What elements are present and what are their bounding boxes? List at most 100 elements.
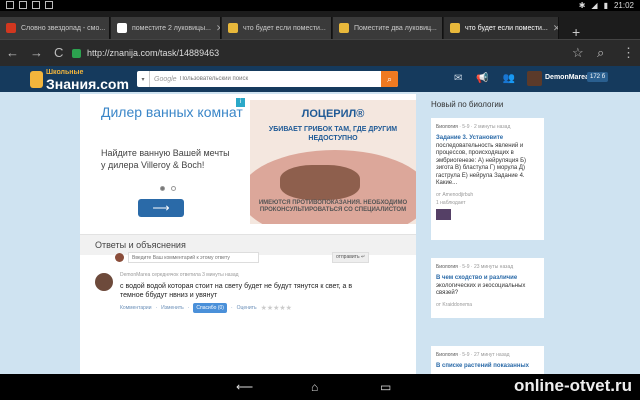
avatar[interactable] — [527, 71, 542, 86]
favicon-icon — [6, 23, 16, 33]
header-icons: ✉ 📢 👥 — [454, 73, 515, 84]
card-author[interactable]: от Kraiddonema — [436, 302, 539, 308]
menu-icon[interactable]: ⋮ — [622, 45, 635, 60]
card-meta: Биология · 5-9 · 23 минуты назад — [436, 264, 514, 270]
search-scope-select[interactable]: ▾ — [137, 71, 150, 87]
bluetooth-icon: ✱ — [578, 1, 586, 10]
card-meta: Биология · 5-9 · 27 минут назад — [436, 352, 510, 358]
main-content: i Дилер ванных комнат Найдите ванную Ваш… — [80, 94, 416, 400]
tab-label: что будет если помести... — [465, 24, 548, 32]
announcements-icon[interactable]: 📢 — [476, 73, 488, 84]
nail-image — [280, 165, 360, 200]
carousel-dot[interactable] — [171, 186, 176, 191]
card-text: экологических и экосоциальных связей? — [436, 282, 526, 297]
favicon-icon — [450, 23, 460, 33]
tab-label: что будет если помести... — [243, 24, 326, 32]
nav-back-button[interactable]: ⟵ — [236, 380, 253, 394]
messages-icon[interactable]: ✉ — [454, 73, 462, 84]
tab-label: Словно звездопад - смо... — [21, 24, 106, 32]
browser-tab[interactable]: что будет если помести... ✕ — [222, 17, 332, 39]
avatar — [115, 253, 124, 262]
site-logo[interactable]: Школьные Знания.com — [30, 69, 129, 91]
ad-banner-left[interactable]: i Дилер ванных комнат Найдите ванную Ваш… — [80, 96, 246, 226]
bookmark-star-icon[interactable]: ☆ — [572, 45, 584, 60]
address-bar[interactable]: http://znanija.com/task/14889463 — [72, 45, 542, 61]
question-card[interactable]: Биология · 5-9 · 2 минуты назад Задание … — [431, 118, 544, 240]
browser-tab[interactable]: Словно звездопад - смо... ✕ — [0, 17, 110, 39]
card-answered: 1 наблюдает — [436, 199, 466, 206]
close-icon[interactable]: ✕ — [442, 23, 443, 34]
wifi-icon: ◢ — [591, 1, 598, 10]
question-card[interactable]: Биология · 5-9 · 23 минуты назад В чем с… — [431, 258, 544, 318]
ad-tagline: УБИВАЕТ ГРИБОК ТАМ, ГДЕ ДРУГИМ НЕДОСТУПН… — [268, 126, 398, 142]
comments-link[interactable]: Комментарии — [120, 305, 152, 311]
send-comment-button[interactable]: отправить ↵ — [332, 252, 370, 263]
tab-strip: Словно звездопад - смо... ✕ поместите 2 … — [0, 11, 640, 39]
sidebar-title: Новый по биологии — [431, 100, 504, 109]
close-icon[interactable]: ✕ — [331, 23, 332, 34]
friends-icon[interactable]: 👥 — [503, 73, 515, 84]
ad-body: Найдите ванную Вашей мечты у дилера Vill… — [101, 148, 230, 170]
nav-recents-button[interactable]: ▭ — [380, 380, 391, 394]
site-header: Школьные Знания.com ▾ Google ⌕ ✉ 📢 👥 Dem… — [0, 66, 640, 92]
card-link[interactable]: В списке растений показанных — [436, 363, 529, 369]
status-time: 21:02 — [613, 1, 634, 10]
card-meta: Биология · 5-9 · 2 минуты назад — [436, 124, 511, 130]
search-box: ▾ Google ⌕ — [137, 71, 398, 87]
url-text: http://znanija.com/task/14889463 — [87, 48, 220, 58]
card-link[interactable]: Задание 3. Установите — [436, 135, 503, 141]
card-subject: Биология — [436, 124, 458, 130]
favicon-icon — [228, 23, 238, 33]
ad-headline: Дилер ванных комнат — [101, 104, 243, 120]
new-tab-button[interactable]: + — [572, 25, 580, 39]
ad-banner-right[interactable]: ЛОЦЕРИЛ® УБИВАЕТ ГРИБОК ТАМ, ГДЕ ДРУГИМ … — [250, 100, 416, 224]
carousel-dot[interactable] — [160, 186, 165, 191]
mail-icon — [32, 1, 40, 9]
browser-tab-active[interactable]: что будет если помести... ✕ — [444, 17, 559, 39]
logo-title: Знания.com — [46, 76, 129, 92]
browser-tab[interactable]: Поместите два луковиц... ✕ — [333, 17, 443, 39]
card-time: 27 минут назад — [473, 352, 510, 358]
rating-stars[interactable]: ★★★★★ — [261, 304, 292, 312]
ad-warning: ИМЕЮТСЯ ПРОТИВОПОКАЗАНИЯ. НЕОБХОДИМО ПРО… — [258, 200, 408, 213]
card-link[interactable]: В чем сходство и различие — [436, 275, 517, 281]
search-icon: ⌕ — [386, 73, 393, 84]
card-grade: 5-9 — [462, 124, 470, 130]
card-question: В чем сходство и различие экологических … — [436, 275, 539, 298]
card-time: 2 минуты назад — [473, 124, 511, 130]
avatar[interactable] — [95, 273, 113, 291]
tab-label: поместите 2 луковицы... — [132, 24, 211, 32]
card-text: последовательность явлений и процессов, … — [436, 142, 527, 187]
forward-button[interactable]: → — [30, 45, 43, 60]
reload-button[interactable]: C — [54, 45, 63, 60]
tab-label: Поместите два луковиц... — [354, 24, 437, 32]
nav-home-button[interactable]: ⌂ — [311, 380, 318, 394]
back-button[interactable]: ← — [6, 45, 19, 60]
search-icon[interactable]: ⌕ — [597, 45, 604, 60]
card-grade: 5-9 — [462, 264, 470, 270]
username[interactable]: DemonMarea — [545, 74, 589, 81]
ad-arrow-button[interactable]: ⟶ — [138, 199, 184, 217]
notification-icon — [19, 1, 27, 9]
edit-link[interactable]: Изменить — [161, 305, 184, 311]
answer-author[interactable]: DemonMarea — [120, 272, 150, 278]
close-icon[interactable]: ✕ — [216, 23, 220, 34]
card-author[interactable]: от Amenodjirbuh — [436, 192, 539, 198]
close-icon[interactable]: ✕ — [553, 23, 558, 34]
comment-input[interactable] — [128, 252, 259, 263]
answer-text: с водой водой которая стоит на свету буд… — [120, 283, 353, 299]
answer-actions: Комментарии · Изменить · Спасибо (0) · О… — [120, 303, 292, 313]
search-button[interactable]: ⌕ — [381, 71, 398, 87]
card-subject: Биология — [436, 264, 458, 270]
carousel-dots — [160, 186, 176, 191]
google-favicon-icon — [117, 23, 127, 33]
browser-tab[interactable]: поместите 2 луковицы... ✕ — [111, 17, 221, 39]
browser-toolbar: ← → C http://znanija.com/task/14889463 ☆… — [0, 39, 640, 66]
search-input[interactable] — [179, 76, 381, 82]
card-question: В списке растений показанных — [436, 363, 539, 371]
avatar[interactable] — [436, 208, 451, 220]
favicon-icon — [339, 23, 349, 33]
site-favicon-icon — [72, 48, 81, 58]
thanks-button[interactable]: Спасибо (0) — [193, 303, 227, 313]
answer-meta: DemonMarea середнячок ответила 3 минуты … — [120, 272, 239, 278]
